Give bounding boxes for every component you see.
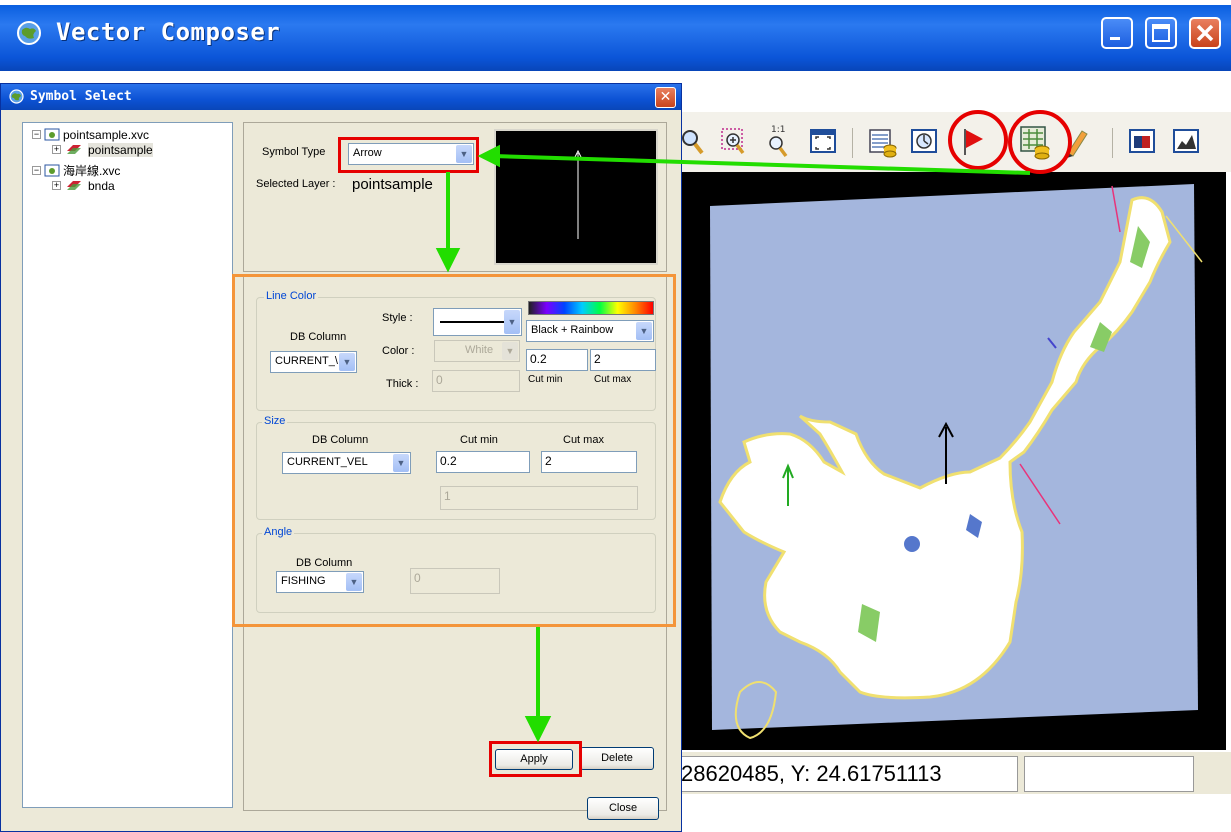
arrow-head [524, 716, 552, 743]
annotation-arrows [435, 144, 1031, 743]
arrow-to-symbol-type [492, 154, 1031, 175]
arrow-head [435, 248, 461, 273]
arrow-head [477, 144, 500, 168]
